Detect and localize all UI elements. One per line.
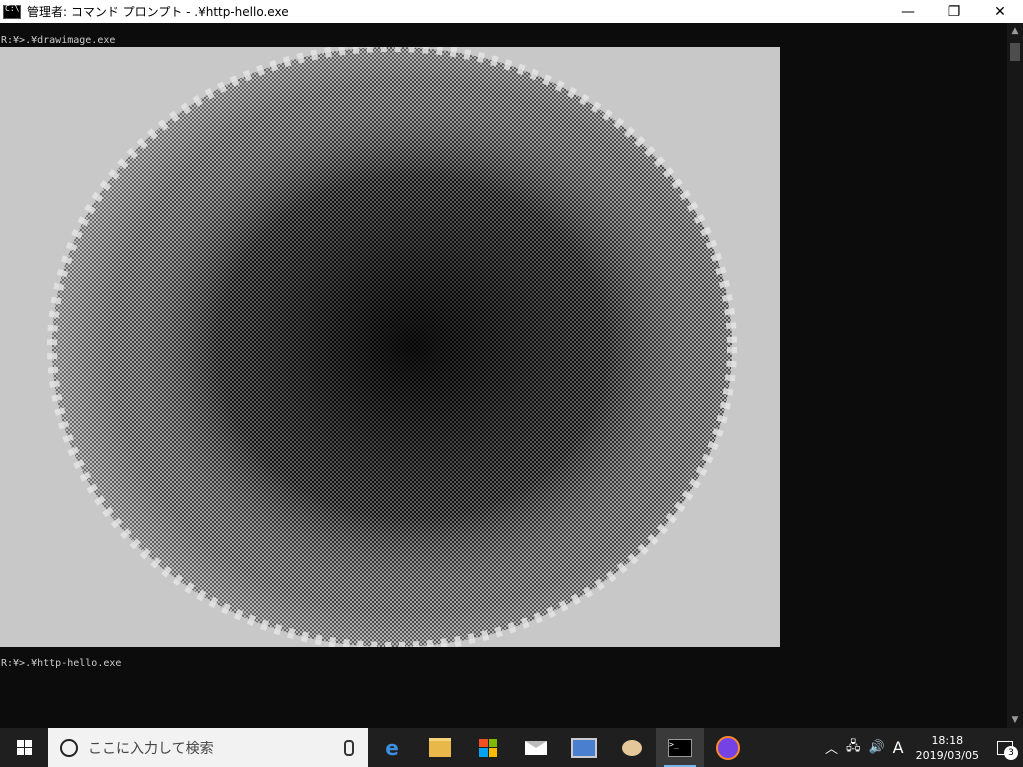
taskbar-firefox[interactable] [704,728,752,767]
volume-icon[interactable]: 🔊 [868,740,884,755]
system-tray: ︿ 🖧 🔊 A 18:18 2019/03/05 3 [821,728,1023,767]
taskbar-file-explorer[interactable] [416,728,464,767]
paint-icon [622,739,642,756]
scroll-up-icon[interactable]: ▲ [1007,23,1023,39]
clock-time: 18:18 [931,733,964,747]
minimize-button[interactable]: — [885,0,931,23]
file-explorer-icon [429,738,451,757]
network-icon[interactable]: 🖧 [846,737,861,759]
taskbar-paint[interactable] [608,728,656,767]
search-box[interactable]: ここに入力して検索 [48,728,368,767]
mail-icon [525,740,547,755]
windows-logo-icon [16,740,32,755]
command-prompt-app-icon[interactable] [3,4,21,19]
notification-count-badge: 3 [1004,746,1018,760]
clock-date: 2019/03/05 [915,748,979,762]
scroll-thumb[interactable] [1010,43,1020,61]
start-button[interactable] [0,728,48,767]
command-prompt-icon: >_ [668,738,692,757]
taskbar-mail[interactable] [512,728,560,767]
vertical-scrollbar[interactable]: ▲ ▼ [1007,23,1023,728]
taskbar-store[interactable] [464,728,512,767]
console-line: R:¥>.¥http-hello.exe [1,658,122,669]
taskbar-edge[interactable]: e [368,728,416,767]
close-button[interactable]: ✕ [977,0,1023,23]
remote-desktop-icon [571,737,597,758]
console-line: R:¥>.¥drawimage.exe [1,35,116,46]
ime-indicator[interactable]: A [893,738,904,757]
taskbar-command-prompt[interactable]: >_ [656,728,704,767]
cortana-icon [60,738,78,757]
title-bar: 管理者: コマンド プロンプト - .¥http-hello.exe — ❐ ✕ [0,0,1023,23]
console-output[interactable]: R:¥>.¥drawimage.exe R:¥>.¥http-hello.exe [0,23,1007,728]
edge-icon: e [385,735,399,760]
maximize-button[interactable]: ❐ [931,0,977,23]
show-hidden-icons-icon[interactable]: ︿ [825,738,838,757]
taskbar-remote-desktop[interactable] [560,728,608,767]
action-center-button[interactable]: 3 [987,728,1023,767]
clock[interactable]: 18:18 2019/03/05 [916,733,979,763]
dithered-sphere-image [0,42,780,652]
window-title: 管理者: コマンド プロンプト - .¥http-hello.exe [27,5,289,19]
scroll-down-icon[interactable]: ▼ [1007,712,1023,728]
taskbar: ここに入力して検索 e >_ ︿ 🖧 🔊 A 18:18 2019/03/05 … [0,728,1023,767]
firefox-icon [716,735,740,760]
microphone-icon[interactable] [344,739,354,756]
search-placeholder: ここに入力して検索 [88,740,214,757]
store-icon [479,738,497,757]
console-drawn-image [0,42,780,652]
